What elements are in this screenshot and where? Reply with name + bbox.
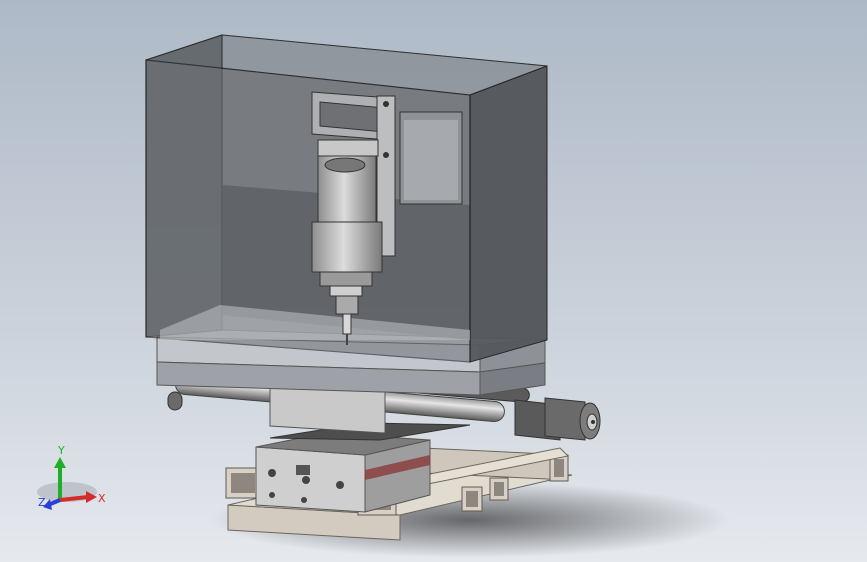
y-axis-label: Y bbox=[57, 444, 65, 457]
x-axis-label: X bbox=[98, 492, 106, 505]
stepper-motor[interactable] bbox=[514, 397, 601, 441]
cnc-machine-model[interactable]: Y X Z bbox=[0, 0, 867, 562]
y-axis-carriage[interactable] bbox=[255, 432, 431, 513]
z-axis-label: Z bbox=[38, 496, 46, 509]
cad-viewport[interactable]: Y X Z bbox=[0, 0, 867, 562]
